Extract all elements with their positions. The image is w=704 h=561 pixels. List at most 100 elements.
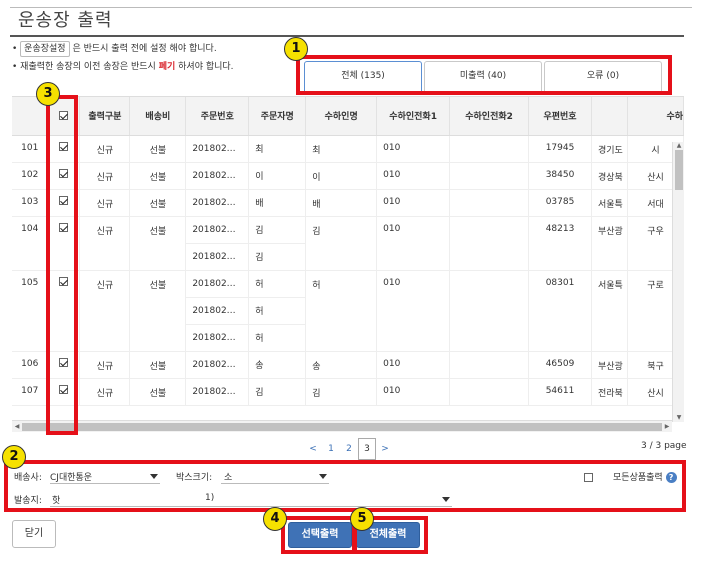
header-address bbox=[591, 97, 628, 136]
highlight-box-tabs bbox=[296, 55, 672, 95]
table-row[interactable]: 104 신규 선불 201802… 김 김 010 48213 부산광 구우 bbox=[12, 216, 684, 271]
row-number: 101 bbox=[12, 135, 49, 163]
table-row[interactable]: 106 신규 선불 201802… 송 송 010 46509 부산광 북구 bbox=[12, 351, 684, 379]
recipient-name-cell: 배 bbox=[305, 189, 378, 217]
recipient-tel2-cell bbox=[449, 378, 530, 406]
marker-1: 1 bbox=[284, 37, 308, 61]
orderer-name-cell: 송 bbox=[248, 351, 307, 379]
table-body: 101 신규 선불 201802… 최 최 010 17945 경기도 시 102 신규 선불 20180… bbox=[12, 135, 684, 406]
recipient-name-cell: 이 bbox=[305, 162, 378, 190]
recipient-tel2-cell bbox=[449, 135, 530, 163]
zipcode-cell: 54611 bbox=[528, 378, 592, 406]
scroll-left-arrow-icon[interactable]: ◀ bbox=[12, 421, 22, 433]
row-number: 103 bbox=[12, 189, 49, 217]
zipcode-cell: 48213 bbox=[528, 216, 592, 271]
notice-line-2: • 재출력한 송장의 이전 송장은 반드시 폐기 하셔야 합니다. bbox=[12, 62, 234, 72]
row-number: 102 bbox=[12, 162, 49, 190]
row-number: 104 bbox=[12, 216, 49, 271]
row-number: 106 bbox=[12, 351, 49, 379]
header-recipient-name: 수하인명 bbox=[305, 97, 378, 136]
header-more: 수하 bbox=[627, 97, 684, 136]
page-title: 운송장 출력 bbox=[18, 10, 113, 31]
recipient-tel1-cell: 010 bbox=[376, 216, 451, 271]
page-link-current[interactable]: 3 bbox=[358, 438, 376, 460]
waybill-settings-button[interactable]: 운송장설정 bbox=[20, 41, 70, 57]
page-link-2[interactable]: 2 bbox=[340, 439, 358, 459]
notice-2-pre: 재출력한 송장의 이전 송장은 반드시 bbox=[20, 62, 156, 72]
recipient-name-cell: 김 bbox=[305, 378, 378, 406]
table-row[interactable]: 102 신규 선불 201802… 이 이 010 38450 경상북 산시 bbox=[12, 162, 684, 190]
notice-line-1: • 운송장설정 은 반드시 출력 전에 설정 해야 합니다. bbox=[12, 40, 234, 58]
row-number: 107 bbox=[12, 378, 49, 406]
shipping-fee-cell: 선불 bbox=[129, 162, 187, 190]
table-row[interactable]: 103 신규 선불 201802… 배 배 010 03785 서울특 서대 bbox=[12, 189, 684, 217]
vertical-scroll-thumb[interactable] bbox=[675, 150, 683, 190]
zipcode-cell: 03785 bbox=[528, 189, 592, 217]
close-button[interactable]: 닫기 bbox=[12, 520, 56, 548]
print-type-cell: 신규 bbox=[79, 378, 131, 406]
print-type-cell: 신규 bbox=[79, 162, 131, 190]
shipping-fee-cell: 선불 bbox=[129, 189, 187, 217]
marker-3: 3 bbox=[36, 82, 60, 106]
address-cell: 경상북 bbox=[591, 162, 628, 190]
page-link-1[interactable]: 1 bbox=[322, 439, 340, 459]
notice-2-post: 하셔야 합니다. bbox=[178, 62, 234, 72]
recipient-tel1-cell: 010 bbox=[376, 162, 451, 190]
orderer-name-cell: 이 bbox=[248, 162, 307, 190]
address-cell: 부산광 bbox=[591, 351, 628, 379]
highlight-box-print-selected bbox=[281, 516, 357, 554]
horizontal-scrollbar[interactable]: ◀ ▶ bbox=[12, 420, 672, 432]
print-type-cell: 신규 bbox=[79, 189, 131, 217]
row-number: 105 bbox=[12, 270, 49, 352]
order-number-cell: 201802… bbox=[185, 378, 250, 406]
highlight-box-options bbox=[4, 460, 686, 512]
scroll-right-arrow-icon[interactable]: ▶ bbox=[662, 421, 672, 433]
next-page-link[interactable]: > bbox=[376, 439, 394, 459]
recipient-tel1-cell: 010 bbox=[376, 351, 451, 379]
recipient-tel1-cell: 010 bbox=[376, 270, 451, 352]
recipient-name-cell: 송 bbox=[305, 351, 378, 379]
horizontal-scroll-thumb[interactable] bbox=[22, 423, 662, 431]
marker-4: 4 bbox=[263, 507, 287, 531]
address-cell: 전라북 bbox=[591, 378, 628, 406]
orderer-name-cell: 김 bbox=[248, 378, 307, 406]
orderer-name-cell: 김 bbox=[248, 243, 307, 271]
header-print-type: 출력구분 bbox=[79, 97, 131, 136]
orderer-name-cell: 허 bbox=[248, 297, 307, 325]
zipcode-cell: 17945 bbox=[528, 135, 592, 163]
scroll-down-arrow-icon[interactable]: ▼ bbox=[673, 414, 685, 422]
recipient-tel1-cell: 010 bbox=[376, 378, 451, 406]
orderer-name-cell: 김 bbox=[248, 216, 307, 244]
recipient-tel2-cell bbox=[449, 189, 530, 217]
zipcode-cell: 46509 bbox=[528, 351, 592, 379]
notice-2-discard: 폐기 bbox=[158, 62, 176, 72]
table-row[interactable]: 107 신규 선불 201802… 김 김 010 54611 전라북 산시 bbox=[12, 378, 684, 406]
zipcode-cell: 38450 bbox=[528, 162, 592, 190]
address-cell: 부산광 bbox=[591, 216, 628, 271]
print-type-cell: 신규 bbox=[79, 135, 131, 163]
title-underline bbox=[10, 35, 684, 37]
table-row[interactable]: 105 신규 선불 201802… 허 허 010 08301 서울특 구로 bbox=[12, 270, 684, 352]
recipient-name-cell: 최 bbox=[305, 135, 378, 163]
recipient-tel2-cell bbox=[449, 216, 530, 271]
prev-page-link[interactable]: < bbox=[304, 439, 322, 459]
zipcode-cell: 08301 bbox=[528, 270, 592, 352]
order-number-cell: 201802… bbox=[185, 324, 250, 352]
orderer-name-cell: 최 bbox=[248, 135, 307, 163]
recipient-name-cell: 김 bbox=[305, 216, 378, 271]
scroll-up-arrow-icon[interactable]: ▲ bbox=[673, 142, 685, 150]
shipping-fee-cell: 선불 bbox=[129, 270, 187, 352]
recipient-tel1-cell: 010 bbox=[376, 135, 451, 163]
vertical-scrollbar[interactable]: ▲ ▼ bbox=[672, 142, 684, 422]
print-type-cell: 신규 bbox=[79, 351, 131, 379]
notice-list: • 운송장설정 은 반드시 출력 전에 설정 해야 합니다. • 재출력한 송장… bbox=[12, 40, 234, 76]
recipient-tel2-cell bbox=[449, 351, 530, 379]
order-number-cell: 201802… bbox=[185, 189, 250, 217]
orderer-name-cell: 허 bbox=[248, 270, 307, 298]
order-number-cell: 201802… bbox=[185, 216, 250, 244]
table-row[interactable]: 101 신규 선불 201802… 최 최 010 17945 경기도 시 bbox=[12, 135, 684, 163]
shipping-fee-cell: 선불 bbox=[129, 351, 187, 379]
recipient-tel2-cell bbox=[449, 162, 530, 190]
header-shipping-fee: 배송비 bbox=[129, 97, 187, 136]
shipping-fee-cell: 선불 bbox=[129, 216, 187, 271]
